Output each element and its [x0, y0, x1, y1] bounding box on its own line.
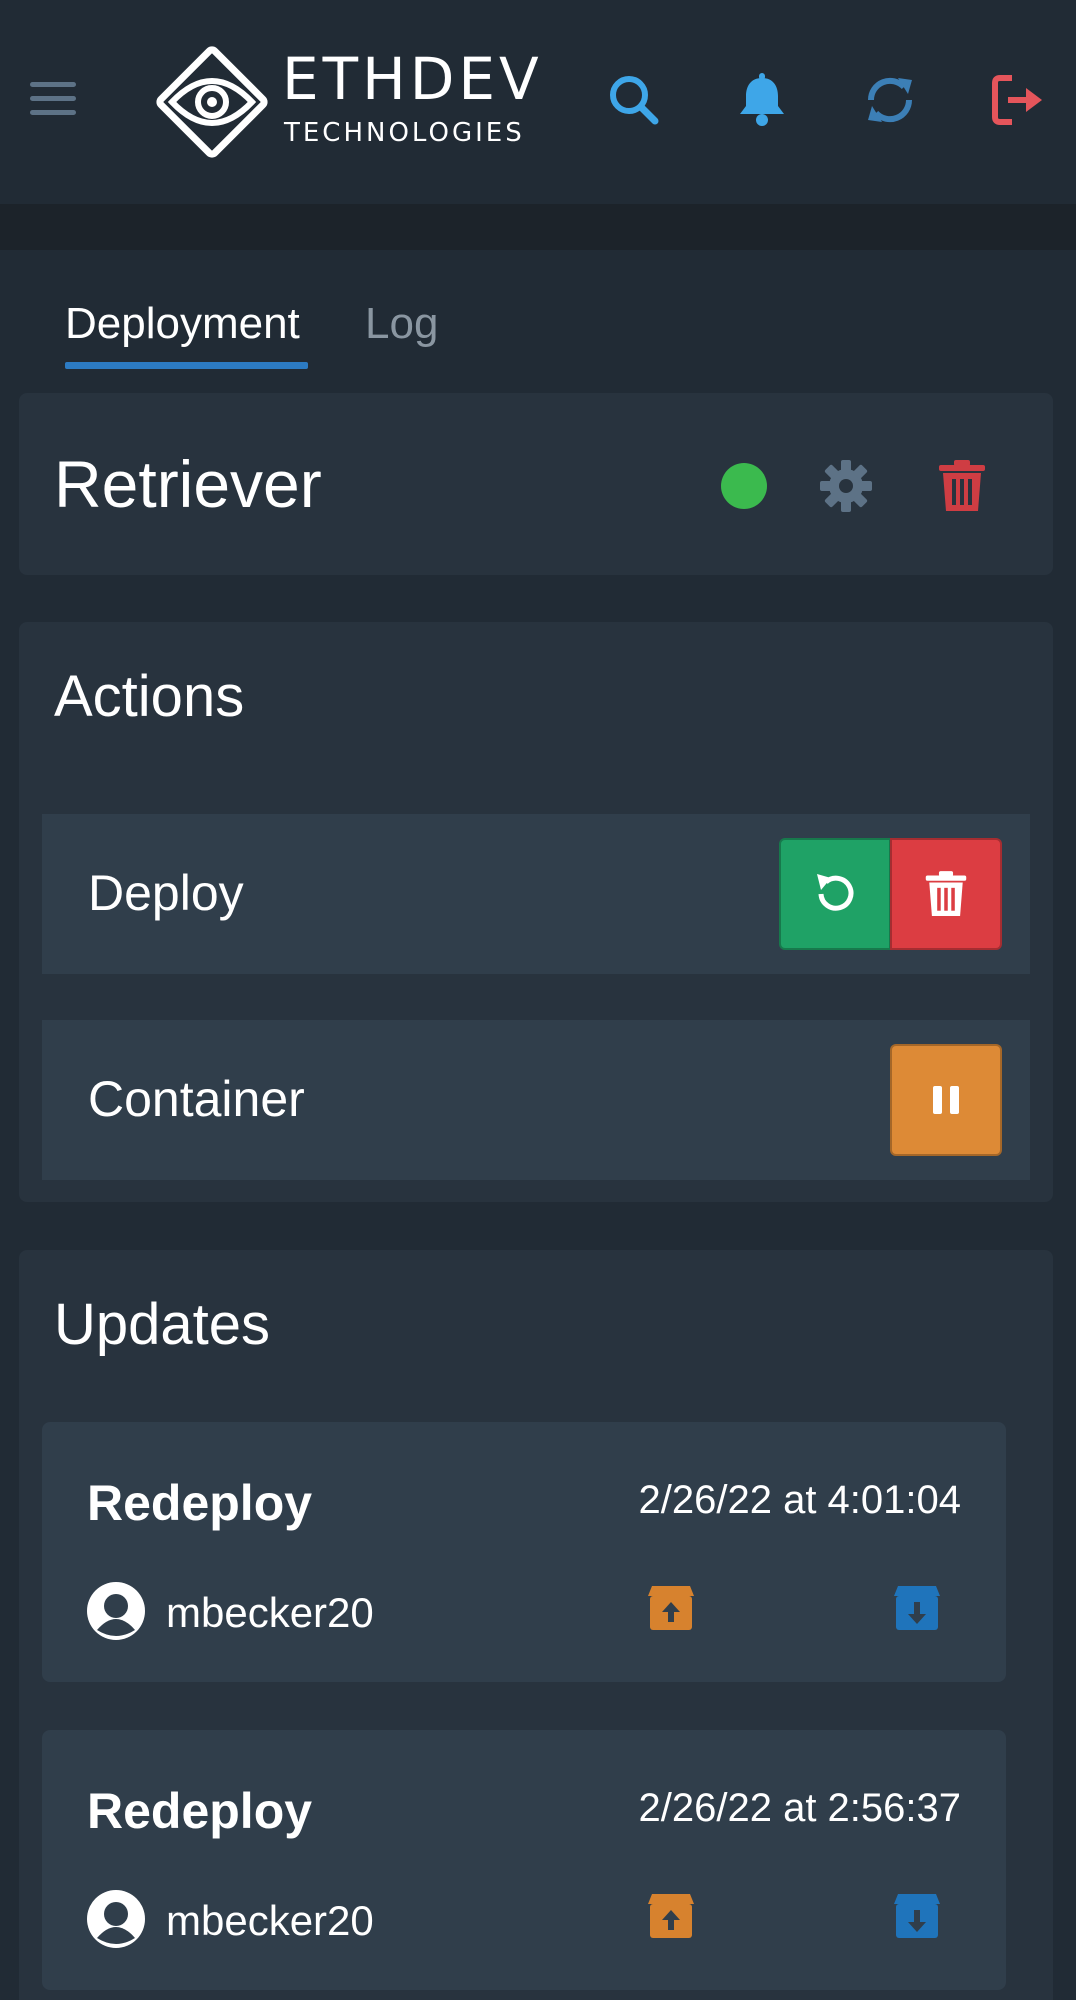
logo-title: ETHDEV: [282, 45, 543, 113]
sign-out-icon[interactable]: [990, 72, 1046, 128]
update-timestamp: 2/26/22 at 4:01:04: [638, 1478, 962, 1522]
action-label: Container: [88, 1071, 305, 1127]
trash-icon: [925, 871, 967, 916]
deployment-header-card: Retriever: [19, 393, 1053, 575]
update-type: Redeploy: [87, 1783, 313, 1839]
action-row-deploy: Deploy: [42, 814, 1030, 974]
update-type: Redeploy: [87, 1475, 313, 1531]
sync-icon[interactable]: [862, 72, 918, 128]
updates-title: Updates: [54, 1292, 271, 1357]
logo-subtitle: TECHNOLOGIES: [284, 118, 525, 148]
search-icon[interactable]: [606, 72, 662, 128]
redeploy-button[interactable]: [779, 838, 891, 950]
pause-icon: [933, 1086, 959, 1114]
user-avatar-icon: [87, 1582, 145, 1640]
redeploy-icon: [817, 874, 854, 911]
status-indicator: [721, 463, 767, 509]
update-user: mbecker20: [166, 1897, 374, 1944]
tab-log[interactable]: Log: [365, 302, 438, 346]
box-download-icon[interactable]: [892, 1890, 942, 1940]
action-label: Deploy: [88, 865, 244, 921]
active-tab-indicator: [65, 362, 308, 369]
action-row-container: Container: [42, 1020, 1030, 1180]
logo[interactable]: ETHDEV TECHNOLOGIES: [152, 42, 539, 162]
update-timestamp: 2/26/22 at 2:56:37: [638, 1786, 962, 1830]
box-download-icon[interactable]: [892, 1582, 942, 1632]
eye-logo-icon: [156, 46, 268, 158]
top-navbar: ETHDEV TECHNOLOGIES: [0, 0, 1076, 204]
updates-card: Updates Redeploy 2/26/22 at 4:01:04 mbec…: [19, 1250, 1053, 2000]
box-upload-icon[interactable]: [646, 1582, 696, 1632]
gear-icon[interactable]: [819, 459, 873, 513]
update-user: mbecker20: [166, 1589, 374, 1636]
box-upload-icon[interactable]: [646, 1890, 696, 1940]
user-avatar-icon: [87, 1890, 145, 1948]
pause-button[interactable]: [890, 1044, 1002, 1156]
trash-icon[interactable]: [937, 459, 987, 513]
actions-title: Actions: [54, 664, 245, 729]
actions-card: Actions Deploy Container: [19, 622, 1053, 1202]
menu-icon[interactable]: [30, 82, 76, 120]
delete-deployment-button[interactable]: [890, 838, 1002, 950]
tab-deployment[interactable]: Deployment: [65, 302, 300, 346]
deployment-name: Retriever: [54, 447, 322, 521]
bell-icon[interactable]: [734, 72, 790, 128]
update-item[interactable]: Redeploy 2/26/22 at 4:01:04 mbecker20: [42, 1422, 1006, 1682]
update-item[interactable]: Redeploy 2/26/22 at 2:56:37 mbecker20: [42, 1730, 1006, 1990]
